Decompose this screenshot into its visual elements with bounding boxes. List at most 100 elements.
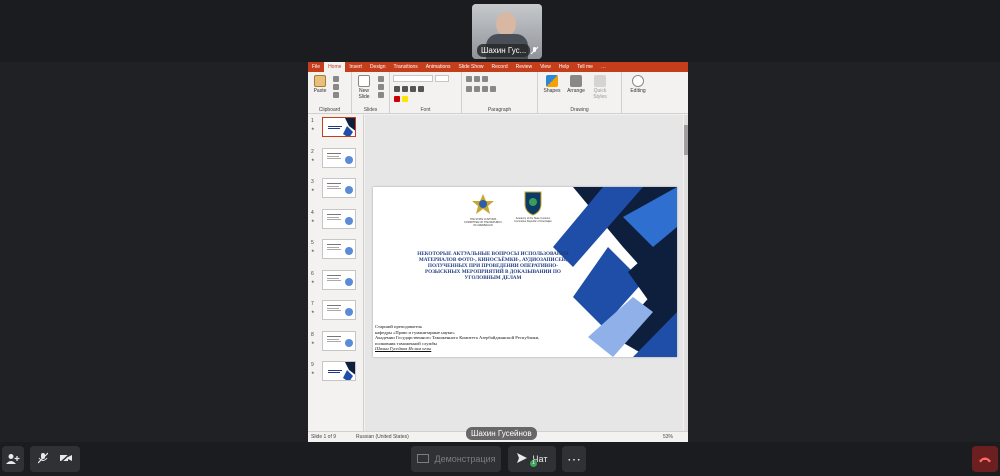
slide-thumbnail[interactable]: [322, 147, 356, 168]
customs-committee-logo: THE STATE CUSTOMS COMMITTEE OF THE REPUB…: [463, 193, 503, 227]
author-name: Шахин Гусейнов Ислам оглы: [375, 346, 432, 352]
slide-thumbnail[interactable]: [322, 178, 356, 198]
participant-head: [496, 12, 516, 36]
ribbon-tab[interactable]: Transitions: [390, 62, 422, 72]
highlight-icon[interactable]: [402, 96, 408, 102]
ribbon-tab[interactable]: Animations: [422, 62, 455, 72]
slide-thumbnail[interactable]: [322, 117, 356, 137]
paragraph-group: Paragraph: [462, 72, 538, 114]
font-group: Font: [390, 72, 462, 114]
slide-author-block: Старший преподаватель кафедры «Право и г…: [375, 324, 605, 352]
mic-camera-toggle-group: [30, 446, 80, 472]
slide-thumbnail[interactable]: [322, 330, 356, 351]
justify-icon[interactable]: [490, 86, 496, 92]
slide-thumbnail[interactable]: [322, 361, 356, 381]
screen-share-icon: [416, 453, 429, 465]
scrollbar-thumb[interactable]: [684, 125, 688, 155]
chat-button[interactable]: Чат: [508, 446, 556, 472]
slide-thumbnail-row[interactable]: 1 ★: [310, 117, 362, 139]
ribbon-tab[interactable]: Review: [512, 62, 536, 72]
slide-number: 4: [311, 209, 314, 216]
editing-button[interactable]: Editing: [626, 75, 650, 94]
slides-group-label: Slides: [363, 107, 378, 113]
transition-star-icon: ★: [311, 248, 315, 253]
shared-powerpoint-window: File Home Insert Design Transitions Animation…: [308, 62, 688, 442]
new-slide-button[interactable]: New Slide: [354, 75, 374, 100]
add-participant-button[interactable]: [2, 446, 24, 472]
layout-icon[interactable]: [378, 76, 384, 82]
paste-button[interactable]: Paste: [311, 75, 329, 94]
slide-thumbnail[interactable]: [322, 269, 356, 290]
academy-logo: Academy of the State Customs Committee R…: [513, 190, 553, 226]
ribbon-tab[interactable]: Design: [366, 62, 390, 72]
paste-icon: [314, 75, 326, 87]
vertical-scrollbar[interactable]: [684, 115, 688, 431]
font-name-box[interactable]: [393, 75, 433, 82]
zoom-level[interactable]: 53%: [663, 432, 673, 442]
slide-thumbnail[interactable]: [322, 300, 356, 320]
mic-off-icon[interactable]: [37, 452, 49, 466]
quick-styles-label: Quick Styles: [593, 88, 607, 100]
format-painter-icon[interactable]: [333, 92, 339, 98]
ribbon-tab[interactable]: View: [536, 62, 555, 72]
ribbon-tab[interactable]: Help: [555, 62, 573, 72]
align-center-icon[interactable]: [474, 86, 480, 92]
chat-unread-badge: 1: [530, 460, 537, 467]
camera-off-icon[interactable]: [59, 452, 72, 465]
screen-share-button[interactable]: Демонстрация: [411, 446, 501, 472]
ribbon-tab[interactable]: Insert: [345, 62, 366, 72]
hang-up-button[interactable]: [972, 446, 998, 472]
bullets-icon[interactable]: [466, 76, 472, 82]
slide-thumbnail-row[interactable]: 7 ★: [310, 300, 362, 322]
academy-logo-caption: Academy of the State Customs Committee R…: [514, 217, 552, 223]
transition-star-icon: ★: [311, 278, 315, 284]
slide-title: НЕКОТОРЫЕ АКТУАЛЬНЫЕ ВОПРОСЫ ИСПОЛЬЗОВАН…: [417, 251, 569, 281]
ribbon-tab[interactable]: …: [597, 62, 610, 72]
slide-thumbnail-pane: 1 ★ 2 ★ 3 ★ 4 ★ 5 ★ 6 ★ 7 ★ 8 ★ 9 ★: [308, 115, 364, 431]
slide-thumbnail-row[interactable]: 3 ★: [310, 178, 362, 200]
ribbon-tab[interactable]: Tell me: [573, 62, 597, 72]
slide-thumbnail-row[interactable]: 6 ★: [310, 269, 362, 292]
align-right-icon[interactable]: [482, 86, 488, 92]
slide-thumbnail-row[interactable]: 8 ★: [310, 330, 362, 353]
slide-thumbnail[interactable]: [322, 239, 356, 259]
numbering-icon[interactable]: [474, 76, 480, 82]
slide-thumbnail[interactable]: [322, 208, 356, 229]
slide-thumbnail-row[interactable]: 9 ★: [310, 361, 362, 383]
quick-styles-button[interactable]: Quick Styles: [589, 75, 611, 100]
bold-icon[interactable]: [394, 86, 400, 92]
slide-thumbnail-row[interactable]: 2 ★: [310, 147, 362, 170]
italic-icon[interactable]: [402, 86, 408, 92]
slide-thumbnail-row[interactable]: 4 ★: [310, 208, 362, 231]
copy-icon[interactable]: [333, 84, 339, 90]
strikethrough-icon[interactable]: [418, 86, 424, 92]
font-color-icon[interactable]: [394, 96, 400, 102]
underline-icon[interactable]: [410, 86, 416, 92]
ribbon-tab[interactable]: Record: [488, 62, 512, 72]
indent-icon[interactable]: [482, 76, 488, 82]
mic-muted-icon: [530, 46, 539, 55]
more-options-button[interactable]: ⋯: [562, 446, 586, 472]
arrange-button[interactable]: Arrange: [565, 75, 587, 94]
ribbon-tab[interactable]: Slide Show: [455, 62, 488, 72]
shapes-button[interactable]: Shapes: [541, 75, 563, 94]
magnifier-icon: [632, 75, 644, 87]
phone-hangup-icon: [979, 457, 991, 463]
reset-icon[interactable]: [378, 84, 384, 90]
font-group-label: Font: [420, 107, 431, 113]
slide-editor-area: THE STATE CUSTOMS COMMITTEE OF THE REPUB…: [365, 115, 683, 431]
section-icon[interactable]: [378, 92, 384, 98]
slide-thumbnail-row[interactable]: 5 ★: [310, 239, 362, 261]
align-left-icon[interactable]: [466, 86, 472, 92]
current-slide[interactable]: THE STATE CUSTOMS COMMITTEE OF THE REPUB…: [373, 187, 677, 357]
cut-icon[interactable]: [333, 76, 339, 82]
add-person-icon: [6, 454, 20, 464]
transition-star-icon: ★: [311, 370, 315, 375]
ribbon-tab[interactable]: Home: [324, 62, 346, 72]
arrange-icon: [570, 75, 582, 87]
clipboard-group-label: Clipboard: [318, 107, 341, 113]
font-size-box[interactable]: [435, 75, 449, 82]
ribbon-tab[interactable]: File: [308, 62, 324, 72]
shapes-label: Shapes: [543, 88, 561, 94]
editing-label: Editing: [630, 88, 646, 94]
